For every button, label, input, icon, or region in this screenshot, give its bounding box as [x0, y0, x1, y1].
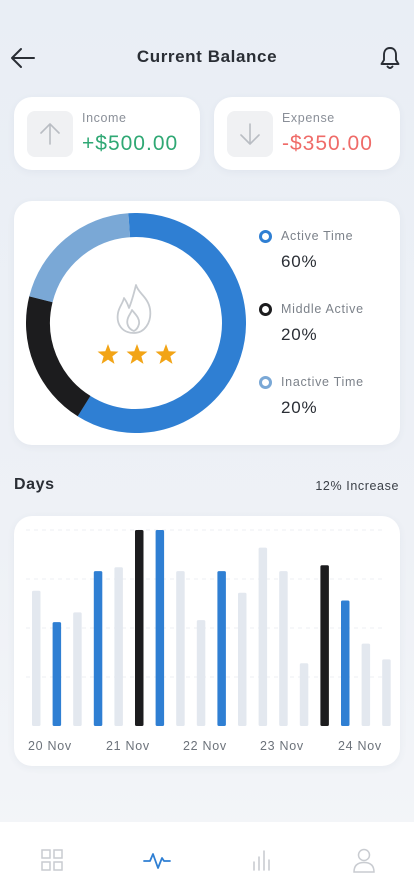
- star-icon: [126, 344, 148, 364]
- page-title: Current Balance: [136, 47, 278, 66]
- bar: [258, 547, 268, 726]
- bottom-nav: [0, 822, 414, 896]
- user-icon[interactable]: [350, 846, 378, 874]
- star-icon: [155, 344, 177, 364]
- days-title: Days: [14, 476, 55, 493]
- legend-dot: [259, 376, 272, 389]
- increase-label: 12% Increase: [315, 479, 399, 493]
- x-tick-label: 20 Nov: [28, 739, 72, 753]
- legend-value: 20%: [281, 398, 318, 417]
- bar: [217, 571, 226, 726]
- x-tick-label: 22 Nov: [183, 739, 227, 753]
- bar: [279, 571, 288, 726]
- arrow-up-icon: [27, 111, 73, 157]
- bar: [341, 600, 350, 726]
- activity-icon[interactable]: [143, 846, 171, 874]
- legend-label: Middle Active: [281, 302, 364, 316]
- header: Current Balance: [0, 36, 414, 80]
- arrow-down-icon: [227, 111, 273, 157]
- bar: [382, 659, 391, 726]
- bar: [155, 530, 165, 726]
- bar: [361, 643, 371, 726]
- grid-icon[interactable]: [38, 846, 66, 874]
- x-tick-label: 21 Nov: [106, 739, 150, 753]
- days-bar-chart: [26, 529, 391, 726]
- flame-icon: [116, 284, 152, 334]
- legend-label: Active Time: [281, 229, 354, 243]
- legend-value: 60%: [281, 252, 318, 271]
- star-icon: [97, 344, 119, 364]
- bar: [299, 663, 309, 726]
- expense-amount: -$350.00: [282, 132, 373, 155]
- bar: [176, 571, 185, 726]
- bar: [32, 590, 41, 726]
- income-label: Income: [82, 111, 127, 125]
- bar: [196, 620, 206, 726]
- legend-dot: [259, 230, 272, 243]
- bar: [114, 567, 123, 726]
- activity-card: Active Time 60% Middle Active 20% Inacti…: [14, 201, 400, 445]
- bar: [52, 622, 62, 726]
- bar: [320, 565, 329, 726]
- legend-label: Inactive Time: [281, 375, 364, 389]
- legend-value: 20%: [281, 325, 318, 344]
- income-amount: +$500.00: [82, 132, 179, 155]
- bar: [135, 530, 144, 726]
- expense-card[interactable]: Expense -$350.00: [214, 97, 400, 170]
- x-tick-label: 23 Nov: [260, 739, 304, 753]
- activity-donut-chart: [26, 213, 246, 433]
- legend-dot: [259, 303, 272, 316]
- expense-label: Expense: [282, 111, 335, 125]
- bar: [238, 592, 247, 726]
- bar: [93, 571, 103, 726]
- bell-icon[interactable]: [378, 45, 402, 71]
- bar: [73, 612, 82, 726]
- days-bar-chart-card: 20 Nov 21 Nov 22 Nov 23 Nov 24 Nov: [14, 516, 400, 766]
- x-axis-labels: 20 Nov 21 Nov 22 Nov 23 Nov 24 Nov: [14, 739, 400, 755]
- x-tick-label: 24 Nov: [338, 739, 382, 753]
- bar-chart-icon[interactable]: [247, 846, 275, 874]
- income-card[interactable]: Income +$500.00: [14, 97, 200, 170]
- rating-stars: [97, 344, 177, 364]
